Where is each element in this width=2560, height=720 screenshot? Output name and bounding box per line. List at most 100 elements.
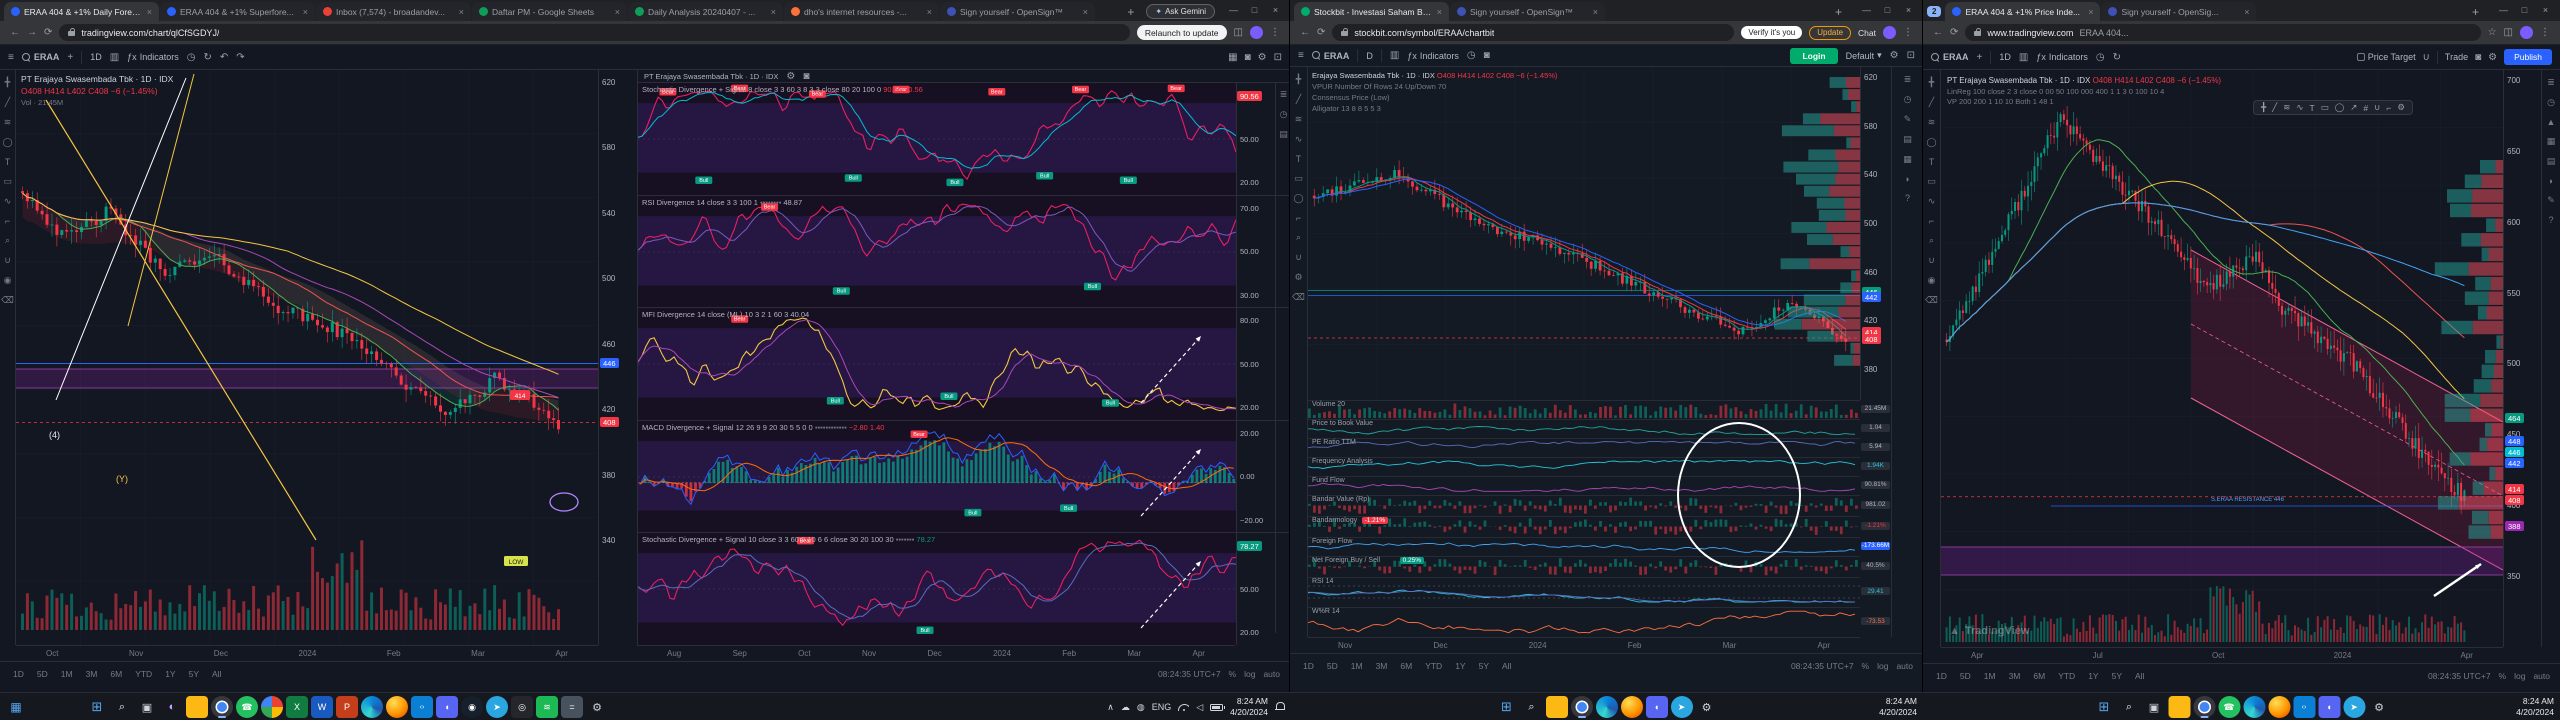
language-indicator[interactable]: ENG bbox=[1152, 702, 1172, 712]
price-axis[interactable]: 700 650 600 550 500 450 400 350 464 448 446 442 414 4… bbox=[2503, 70, 2541, 647]
taskbar-clock[interactable]: 8:24 AM 4/20/2024 bbox=[1879, 696, 1917, 717]
taskbar-copilot-icon[interactable]: ◐ bbox=[161, 696, 183, 718]
fib-retracement-icon[interactable]: ≋ bbox=[1928, 117, 1936, 128]
rectangle-icon[interactable]: ▭ bbox=[1294, 173, 1303, 184]
watchlist-icon[interactable]: ≣ bbox=[1904, 74, 1912, 85]
range-all-button[interactable]: All bbox=[209, 668, 224, 680]
ask-gemini-button[interactable]: ✦ Ask Gemini bbox=[1146, 4, 1215, 19]
range-all-button[interactable]: All bbox=[1499, 660, 1514, 672]
text-icon[interactable]: T bbox=[5, 157, 11, 167]
address-box[interactable]: tradingview.com/chart/qlCfSGDYJ/ bbox=[59, 24, 1130, 41]
taskbar-edge-icon[interactable] bbox=[2243, 696, 2265, 718]
taskbar-search-icon[interactable]: ⌕ bbox=[111, 696, 133, 718]
symbol-search-button[interactable]: ERAA bbox=[21, 52, 59, 62]
relaunch-to-update-button[interactable]: Relaunch to update bbox=[1136, 25, 1227, 40]
delete-icon[interactable]: ⌫ bbox=[1292, 292, 1305, 303]
reload-icon[interactable]: ⟳ bbox=[44, 27, 52, 38]
redo-icon[interactable]: ↷ bbox=[236, 52, 244, 63]
tab-close-icon[interactable]: × bbox=[459, 7, 464, 17]
compare-icon[interactable]: + bbox=[1977, 52, 1983, 63]
verify-its-you-button[interactable]: Verify it's you bbox=[1741, 26, 1803, 39]
taskbar-telegram-icon[interactable]: ➤ bbox=[486, 696, 508, 718]
magnet-icon[interactable]: ∪ bbox=[1928, 255, 1935, 266]
profile-avatar[interactable] bbox=[2520, 26, 2533, 39]
trend-line-icon[interactable]: ╱ bbox=[5, 97, 10, 108]
alert-icon[interactable]: ◷ bbox=[1467, 50, 1476, 61]
publish-button[interactable]: Publish bbox=[2504, 49, 2552, 65]
minimize-button[interactable]: — bbox=[1223, 2, 1244, 18]
update-button[interactable]: Update bbox=[1809, 25, 1852, 40]
range-1d-button[interactable]: 1D bbox=[1933, 670, 1950, 682]
scale-%-toggle[interactable]: % bbox=[2499, 671, 2507, 681]
indicators-button[interactable]: ƒx Indicators bbox=[1407, 51, 1459, 61]
camera-icon[interactable]: ◙ bbox=[1245, 52, 1251, 63]
taskbar-photos-icon[interactable] bbox=[261, 696, 283, 718]
magnet-tool-icon[interactable]: ∪ bbox=[2374, 102, 2380, 113]
ruler-icon[interactable]: ⌐ bbox=[5, 216, 10, 226]
browser-tab[interactable]: Sign yourself - OpenSign™ × bbox=[1450, 2, 1605, 21]
scale-auto-toggle[interactable]: auto bbox=[1263, 669, 1280, 679]
range-5d-button[interactable]: 5D bbox=[34, 668, 51, 680]
browser-tab[interactable]: Inbox (7,574) - broadandev... × bbox=[316, 2, 471, 21]
address-box[interactable]: stockbit.com/symbol/ERAA/chartbit bbox=[1332, 24, 1735, 41]
range-6m-button[interactable]: 6M bbox=[2030, 670, 2048, 682]
range-5y-button[interactable]: 5Y bbox=[2109, 670, 2125, 682]
settings-icon[interactable]: ⚙ bbox=[786, 71, 795, 82]
menu-kebab-icon[interactable]: ⋮ bbox=[1270, 27, 1280, 38]
help-icon[interactable]: ? bbox=[2548, 215, 2553, 225]
taskbar-discord-icon[interactable]: ◖ bbox=[1645, 696, 1668, 718]
taskbar-chrome-icon[interactable] bbox=[2193, 696, 2215, 718]
fib-retracement-icon[interactable]: ≋ bbox=[1295, 114, 1303, 125]
taskbar-file-explorer-icon[interactable] bbox=[1545, 696, 1568, 718]
minimize-button[interactable]: — bbox=[1856, 2, 1877, 18]
notifications-bell-icon[interactable] bbox=[1275, 702, 1285, 712]
rectangle-icon[interactable]: ▭ bbox=[3, 176, 12, 187]
browser-tab[interactable]: Daily Analysis 20240407 - ... × bbox=[628, 2, 783, 21]
price-chart-canvas[interactable]: (4) (Y) LOW 414 bbox=[16, 70, 598, 645]
range-1y-button[interactable]: 1Y bbox=[162, 668, 178, 680]
wifi-icon[interactable] bbox=[1178, 703, 1190, 711]
tab-group-chip[interactable]: 2 bbox=[1927, 6, 1942, 17]
range-5d-button[interactable]: 5D bbox=[1324, 660, 1341, 672]
zoom-icon[interactable]: ⌕ bbox=[1296, 232, 1301, 243]
tray-chevron-icon[interactable]: ∧ bbox=[1107, 702, 1114, 713]
cursor-icon[interactable]: ╋ bbox=[1929, 77, 1934, 88]
price-target-toggle[interactable]: Price Target bbox=[2356, 52, 2416, 62]
magnet-icon[interactable]: ∪ bbox=[1295, 252, 1302, 263]
ellipse-icon[interactable]: ◯ bbox=[1926, 137, 1936, 148]
watchlist-icon[interactable]: ≣ bbox=[1280, 89, 1288, 100]
reload-icon[interactable]: ⟳ bbox=[1317, 27, 1325, 38]
taskbar-steam-icon[interactable]: ◉ bbox=[461, 696, 483, 718]
ellipse-icon[interactable]: ◯ bbox=[1293, 193, 1303, 204]
range-3m-button[interactable]: 3M bbox=[83, 668, 101, 680]
alerts-icon[interactable]: ◷ bbox=[1904, 94, 1912, 105]
scale-auto-toggle[interactable]: auto bbox=[1896, 661, 1913, 671]
taskbar-edge-icon[interactable] bbox=[361, 696, 383, 718]
minimize-button[interactable]: — bbox=[2493, 2, 2514, 18]
taskbar-clock[interactable]: 8:24 AM 4/20/2024 bbox=[1230, 696, 1268, 717]
tray-app-icon[interactable]: ◍ bbox=[1137, 702, 1145, 713]
new-tab-button[interactable]: + bbox=[1121, 5, 1140, 19]
news-icon[interactable]: ▤ bbox=[2547, 156, 2556, 167]
time-axis[interactable]: Oct Nov Dec 2024 Feb Mar Apr bbox=[16, 645, 598, 661]
price-axis[interactable]: 620580540500460420380446442414408 bbox=[1860, 67, 1891, 400]
range-1d-button[interactable]: 1D bbox=[10, 668, 27, 680]
range-5d-button[interactable]: 5D bbox=[1957, 670, 1974, 682]
taskbar-chrome-icon[interactable] bbox=[211, 696, 233, 718]
magnet-icon[interactable]: ∪ bbox=[4, 255, 11, 266]
ruler-tool-icon[interactable]: ⌐ bbox=[2386, 103, 2391, 113]
range-5y-button[interactable]: 5Y bbox=[1476, 660, 1492, 672]
widgets-icon[interactable]: ▦ bbox=[5, 696, 27, 718]
text-tool-icon[interactable]: T bbox=[2310, 103, 2315, 113]
scale-log-toggle[interactable]: log bbox=[2514, 671, 2525, 681]
alerts-icon[interactable]: ◷ bbox=[2547, 97, 2555, 108]
range-6m-button[interactable]: 6M bbox=[107, 668, 125, 680]
replay-icon[interactable]: ↻ bbox=[2113, 52, 2121, 63]
taskbar-start-icon[interactable]: ⊞ bbox=[1496, 696, 1518, 718]
alert-icon[interactable]: ◷ bbox=[2096, 52, 2105, 63]
back-icon[interactable]: ← bbox=[1300, 27, 1310, 38]
menu-icon[interactable]: ≡ bbox=[1298, 50, 1304, 61]
address-box[interactable]: www.tradingview.com ERAA 404... bbox=[1965, 24, 2481, 41]
taskbar-search-icon[interactable]: ⌕ bbox=[1521, 696, 1543, 718]
taskbar-firefox-icon[interactable] bbox=[1620, 696, 1643, 718]
